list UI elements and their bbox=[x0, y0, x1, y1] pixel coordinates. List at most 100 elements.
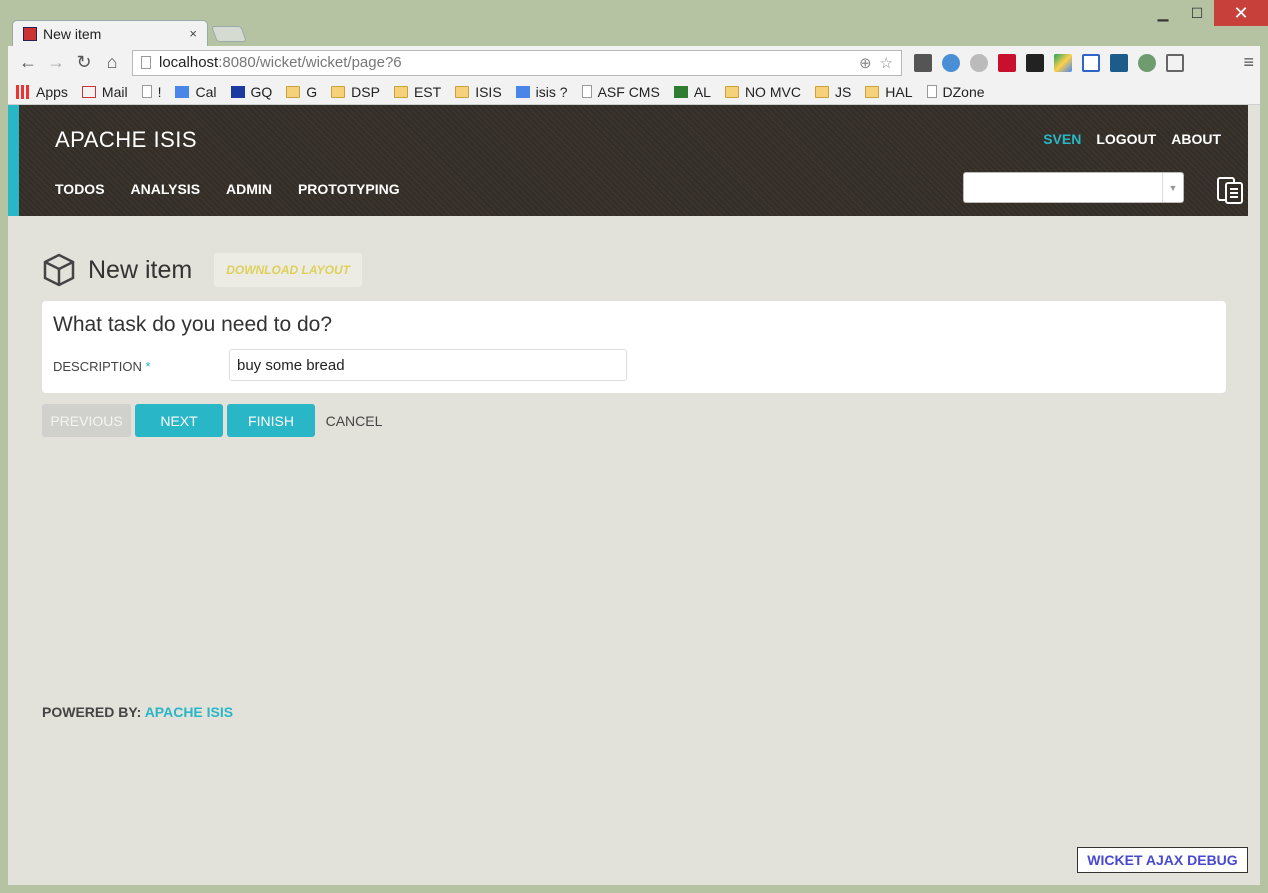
new-tab-button[interactable] bbox=[211, 26, 247, 42]
zoom-icon[interactable]: ⊕ bbox=[859, 54, 872, 72]
required-marker: * bbox=[145, 359, 151, 374]
bookmark-bang[interactable]: ! bbox=[141, 84, 161, 100]
powered-by-label: POWERED BY: bbox=[42, 704, 142, 720]
tab-title: New item bbox=[43, 25, 102, 42]
tab-strip: New item × bbox=[12, 20, 247, 46]
bookmark-mail[interactable]: Mail bbox=[81, 84, 128, 100]
app-header: APACHE ISIS SVEN LOGOUT ABOUT TODOS ANAL… bbox=[8, 105, 1248, 216]
q-icon bbox=[230, 85, 245, 98]
reload-icon[interactable]: ↻ bbox=[70, 52, 98, 73]
menu-todos[interactable]: TODOS bbox=[55, 181, 105, 197]
extension-bird-icon[interactable] bbox=[942, 53, 960, 72]
close-window-button[interactable]: ✕ bbox=[1214, 0, 1268, 26]
bookmark-apps[interactable]: Apps bbox=[16, 84, 68, 100]
calendar-icon bbox=[175, 85, 190, 98]
panel-title: What task do you need to do? bbox=[53, 313, 333, 336]
extension-lastpass-icon[interactable] bbox=[998, 53, 1016, 72]
address-bar[interactable]: localhost:8080/wicket/wicket/page?6 ⊕ ☆ bbox=[132, 49, 902, 76]
about-link[interactable]: ABOUT bbox=[1171, 131, 1221, 147]
bookmark-dzone[interactable]: DZone bbox=[926, 84, 985, 100]
folder-icon bbox=[455, 85, 470, 98]
finish-button[interactable]: FINISH bbox=[227, 404, 315, 437]
bookmark-asf-cms[interactable]: ASF CMS bbox=[581, 84, 660, 100]
action-prompt-panel: What task do you need to do? DESCRIPTION… bbox=[42, 301, 1226, 393]
folder-icon bbox=[331, 85, 346, 98]
url-path: :8080/wicket/wicket/page?6 bbox=[218, 54, 402, 71]
apache-isis-link[interactable]: APACHE ISIS bbox=[145, 704, 233, 720]
apps-icon bbox=[16, 84, 30, 99]
favicon-icon bbox=[23, 26, 37, 41]
menu-analysis[interactable]: ANALYSIS bbox=[131, 181, 201, 197]
menu-prototyping[interactable]: PROTOTYPING bbox=[298, 181, 400, 197]
bookmark-est[interactable]: EST bbox=[393, 84, 441, 100]
folder-icon bbox=[286, 85, 301, 98]
extension-drive-icon[interactable] bbox=[1054, 53, 1072, 72]
page-title: New item bbox=[88, 255, 193, 284]
chevron-down-icon[interactable]: ▼ bbox=[1162, 173, 1183, 202]
back-icon[interactable]: ← bbox=[14, 52, 42, 73]
browser-menu-icon[interactable]: ≡ bbox=[1243, 52, 1254, 73]
page-icon bbox=[581, 85, 592, 98]
bookmark-search-select[interactable]: ▼ bbox=[963, 172, 1184, 203]
previous-button[interactable]: PREVIOUS bbox=[42, 404, 131, 437]
bookmarks-bar: Apps Mail ! Cal GQ G DSP EST ISIS isis ?… bbox=[8, 79, 1260, 105]
folder-icon bbox=[814, 85, 829, 98]
cube-icon bbox=[43, 253, 75, 287]
footer: POWERED BY: APACHE ISIS bbox=[42, 704, 233, 720]
url-host: localhost bbox=[159, 54, 219, 71]
main-menu: TODOS ANALYSIS ADMIN PROTOTYPING bbox=[55, 181, 400, 197]
bookmark-dsp[interactable]: DSP bbox=[331, 84, 380, 100]
cancel-button[interactable]: CANCEL bbox=[319, 404, 389, 437]
tab-close-icon[interactable]: × bbox=[189, 26, 197, 41]
bookmark-al[interactable]: AL bbox=[673, 84, 711, 100]
google-icon bbox=[515, 85, 530, 98]
window-controls: ▁ ☐ ✕ bbox=[1146, 0, 1268, 28]
extension-s-icon[interactable] bbox=[1110, 53, 1128, 72]
folder-icon bbox=[393, 85, 408, 98]
page-icon bbox=[141, 56, 151, 69]
next-button[interactable]: NEXT bbox=[135, 404, 223, 437]
menu-admin[interactable]: ADMIN bbox=[226, 181, 272, 197]
wizard-buttons: PREVIOUS NEXT FINISH CANCEL bbox=[42, 404, 389, 437]
bookmark-g[interactable]: G bbox=[286, 84, 317, 100]
minimize-button[interactable]: ▁ bbox=[1146, 0, 1180, 26]
bookmark-no-mvc[interactable]: NO MVC bbox=[724, 84, 801, 100]
description-label: DESCRIPTION * bbox=[53, 359, 151, 374]
extension-brain-icon[interactable] bbox=[1138, 53, 1156, 72]
title-row: New item DOWNLOAD LAYOUT bbox=[42, 253, 362, 287]
browser-tab[interactable]: New item × bbox=[12, 20, 208, 46]
gmail-icon bbox=[81, 85, 96, 98]
user-links: SVEN LOGOUT ABOUT bbox=[1043, 131, 1221, 147]
extension-gmail-icon[interactable] bbox=[1082, 53, 1100, 72]
bookmark-isis-search[interactable]: isis ? bbox=[515, 84, 568, 100]
extension-m-icon[interactable] bbox=[914, 53, 932, 72]
folder-icon bbox=[724, 85, 739, 98]
bookmark-isis[interactable]: ISIS bbox=[455, 84, 502, 100]
home-icon[interactable]: ⌂ bbox=[98, 52, 126, 73]
browser-toolbar: ← → ↻ ⌂ localhost:8080/wicket/wicket/pag… bbox=[8, 46, 1260, 79]
extension-h-icon[interactable] bbox=[1026, 53, 1044, 72]
app-brand[interactable]: APACHE ISIS bbox=[55, 127, 197, 153]
bookmark-cal[interactable]: Cal bbox=[175, 84, 217, 100]
cast-icon[interactable] bbox=[1166, 53, 1184, 72]
extension-icons bbox=[914, 53, 1184, 72]
header-accent-bar bbox=[8, 105, 19, 216]
star-icon[interactable]: ☆ bbox=[880, 54, 893, 72]
logout-link[interactable]: LOGOUT bbox=[1096, 131, 1156, 147]
maximize-button[interactable]: ☐ bbox=[1180, 0, 1214, 26]
description-input[interactable] bbox=[229, 349, 627, 381]
wicket-ajax-debug-button[interactable]: WICKET AJAX DEBUG bbox=[1077, 847, 1248, 873]
page-viewport: APACHE ISIS SVEN LOGOUT ABOUT TODOS ANAL… bbox=[8, 105, 1260, 885]
download-layout-button[interactable]: DOWNLOAD LAYOUT bbox=[214, 253, 362, 287]
folder-icon bbox=[865, 85, 880, 98]
extension-radiation-icon[interactable] bbox=[970, 53, 988, 72]
bookmark-gq[interactable]: GQ bbox=[230, 84, 272, 100]
shamrock-icon bbox=[673, 85, 688, 98]
page-icon bbox=[141, 85, 152, 98]
forward-icon[interactable]: → bbox=[42, 52, 70, 73]
page-icon bbox=[926, 85, 937, 98]
bookmark-hal[interactable]: HAL bbox=[865, 84, 913, 100]
clipboard-icon[interactable] bbox=[1214, 173, 1246, 205]
user-menu[interactable]: SVEN bbox=[1043, 131, 1081, 147]
bookmark-js[interactable]: JS bbox=[814, 84, 851, 100]
